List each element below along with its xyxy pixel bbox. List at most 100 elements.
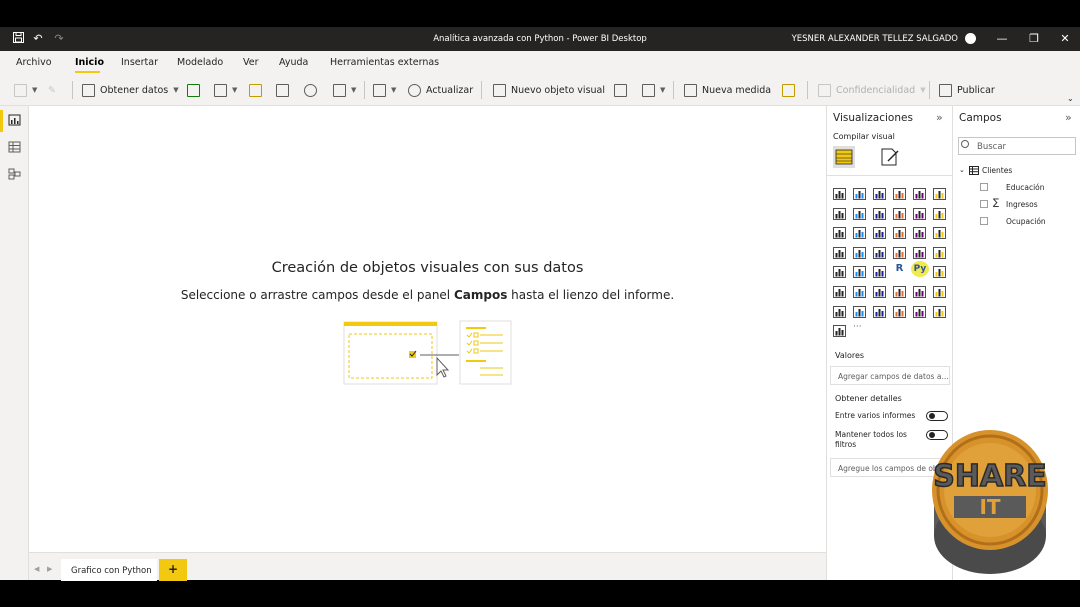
text-box-button[interactable]: [614, 82, 627, 98]
new-visual-button[interactable]: Nuevo objeto visual: [493, 82, 605, 98]
custom-visual-icon[interactable]: [933, 303, 946, 318]
gauge-icon[interactable]: [873, 244, 886, 259]
funnel-icon[interactable]: [853, 224, 866, 240]
qa-icon[interactable]: [853, 283, 866, 298]
datahub-button[interactable]: ▼: [214, 82, 237, 98]
data-view-icon[interactable]: [8, 141, 21, 153]
tab-grafico-con-python[interactable]: Grafico con Python: [61, 559, 157, 581]
expand-fields-icon[interactable]: »: [1065, 111, 1072, 124]
line-clustered-column-icon[interactable]: [913, 205, 926, 220]
values-well[interactable]: Agregar campos de datos a...: [830, 366, 950, 385]
stacked-area-icon[interactable]: [873, 205, 886, 220]
card-icon[interactable]: [893, 244, 906, 259]
minimize-icon[interactable]: —: [994, 32, 1010, 46]
new-measure-button[interactable]: Nueva medida: [684, 82, 771, 98]
format-painter-button[interactable]: ✎: [48, 82, 56, 98]
refresh-icon: [408, 83, 421, 97]
chevron-down-icon[interactable]: ⌄: [959, 166, 965, 174]
expand-visualizations-icon[interactable]: »: [936, 111, 943, 124]
quick-measure-button[interactable]: [782, 82, 795, 98]
add-page-button[interactable]: +: [159, 559, 187, 581]
r-visual-icon[interactable]: R: [893, 263, 906, 275]
dataverse-button[interactable]: [304, 82, 317, 98]
menu-herramientas-externas[interactable]: Herramientas externas: [330, 57, 439, 68]
line-chart-icon[interactable]: [833, 205, 846, 220]
menu-ayuda[interactable]: Ayuda: [279, 57, 308, 68]
menu-insertar[interactable]: Insertar: [121, 57, 158, 68]
fields-search-input[interactable]: Buscar: [958, 137, 1076, 155]
more-visuals-button[interactable]: ▼: [642, 82, 665, 98]
matrix-icon[interactable]: [873, 263, 886, 279]
clustered-column-icon[interactable]: [893, 185, 906, 200]
user-name[interactable]: YESNER ALEXANDER TELLEZ SALGADO: [792, 34, 958, 44]
menu-archivo[interactable]: Archivo: [16, 57, 52, 68]
restore-icon[interactable]: ❐: [1026, 32, 1042, 46]
menu-inicio[interactable]: Inicio: [75, 57, 104, 68]
field-ingresos[interactable]: Ingresos: [1006, 200, 1038, 209]
scatter-icon[interactable]: [873, 224, 886, 240]
pb-visual-icon[interactable]: [913, 303, 926, 318]
clustered-bar-icon[interactable]: [873, 185, 886, 200]
python-visual-icon[interactable]: Py: [911, 261, 929, 278]
sensitivity-button[interactable]: Confidencialidad ▼: [818, 82, 926, 98]
model-view-icon[interactable]: [8, 168, 21, 180]
menu-modelado[interactable]: Modelado: [177, 57, 223, 68]
excel-button[interactable]: [187, 82, 200, 98]
line-column-icon[interactable]: [893, 205, 906, 220]
table-icon: [969, 166, 979, 175]
filled-map-icon[interactable]: [853, 244, 866, 259]
waterfall-icon[interactable]: [833, 224, 846, 240]
paginated-report-icon[interactable]: [893, 283, 906, 298]
100-bar-icon[interactable]: [913, 185, 926, 200]
sql-button[interactable]: [249, 82, 262, 98]
bar-chart-small-icon[interactable]: [833, 322, 846, 338]
area-chart-icon[interactable]: [853, 205, 866, 220]
kpi-icon[interactable]: [933, 244, 946, 259]
report-canvas[interactable]: Creación de objetos visuales con sus dat…: [29, 106, 826, 552]
speedometer-icon[interactable]: [853, 303, 866, 318]
narrative-icon[interactable]: [873, 283, 886, 298]
refresh-button[interactable]: Actualizar: [408, 82, 473, 98]
power-apps-icon[interactable]: [913, 283, 926, 298]
arcgis-icon[interactable]: [833, 303, 846, 318]
100-column-icon[interactable]: [933, 185, 946, 200]
document-icon[interactable]: [893, 303, 906, 318]
transform-data-button[interactable]: ▼: [373, 82, 396, 98]
tab-scroll-right-icon[interactable]: ▶: [47, 565, 52, 573]
ribbon-chart-icon[interactable]: [933, 205, 946, 220]
fields-table-clientes[interactable]: Clientes: [982, 166, 1012, 175]
stacked-column-icon[interactable]: [853, 185, 866, 200]
power-automate-icon[interactable]: [933, 283, 946, 298]
field-checkbox[interactable]: [980, 183, 988, 191]
build-visual-icon[interactable]: [833, 146, 855, 168]
collapse-ribbon-icon[interactable]: ⌄: [1067, 94, 1074, 103]
multirow-card-icon[interactable]: [913, 244, 926, 259]
publish-button[interactable]: Publicar: [939, 82, 995, 98]
menu-ver[interactable]: Ver: [243, 57, 259, 68]
field-educacion[interactable]: Educación: [1006, 183, 1045, 192]
format-visual-icon[interactable]: [880, 147, 900, 167]
visio-icon[interactable]: [873, 303, 886, 318]
more-visuals-icon[interactable]: ···: [853, 322, 866, 334]
decomposition-tree-icon[interactable]: [833, 283, 846, 298]
field-ocupacion[interactable]: Ocupación: [1006, 217, 1046, 226]
enter-data-button[interactable]: [276, 82, 289, 98]
key-influencers-icon[interactable]: [933, 263, 946, 279]
close-icon[interactable]: ✕: [1057, 32, 1073, 46]
slicer-icon[interactable]: [833, 263, 846, 279]
avatar[interactable]: [965, 33, 976, 44]
ribbon: ▼ ✎ Obtener datos ▼ ▼ ▼ ▼ Actualizar Nuev…: [0, 74, 1080, 106]
field-checkbox[interactable]: [980, 200, 988, 208]
report-view-icon[interactable]: [8, 114, 21, 126]
get-data-button[interactable]: Obtener datos ▼: [82, 82, 179, 98]
tab-scroll-left-icon[interactable]: ◀: [34, 565, 39, 573]
pie-icon[interactable]: [893, 224, 906, 240]
field-checkbox[interactable]: [980, 217, 988, 225]
treemap-icon[interactable]: [933, 224, 946, 240]
map-icon[interactable]: [833, 244, 846, 259]
stacked-bar-icon[interactable]: [833, 185, 846, 200]
recent-sources-button[interactable]: ▼: [333, 82, 356, 98]
paste-button[interactable]: ▼: [14, 82, 37, 98]
donut-icon[interactable]: [913, 224, 926, 240]
table-visual-icon[interactable]: [853, 263, 866, 279]
